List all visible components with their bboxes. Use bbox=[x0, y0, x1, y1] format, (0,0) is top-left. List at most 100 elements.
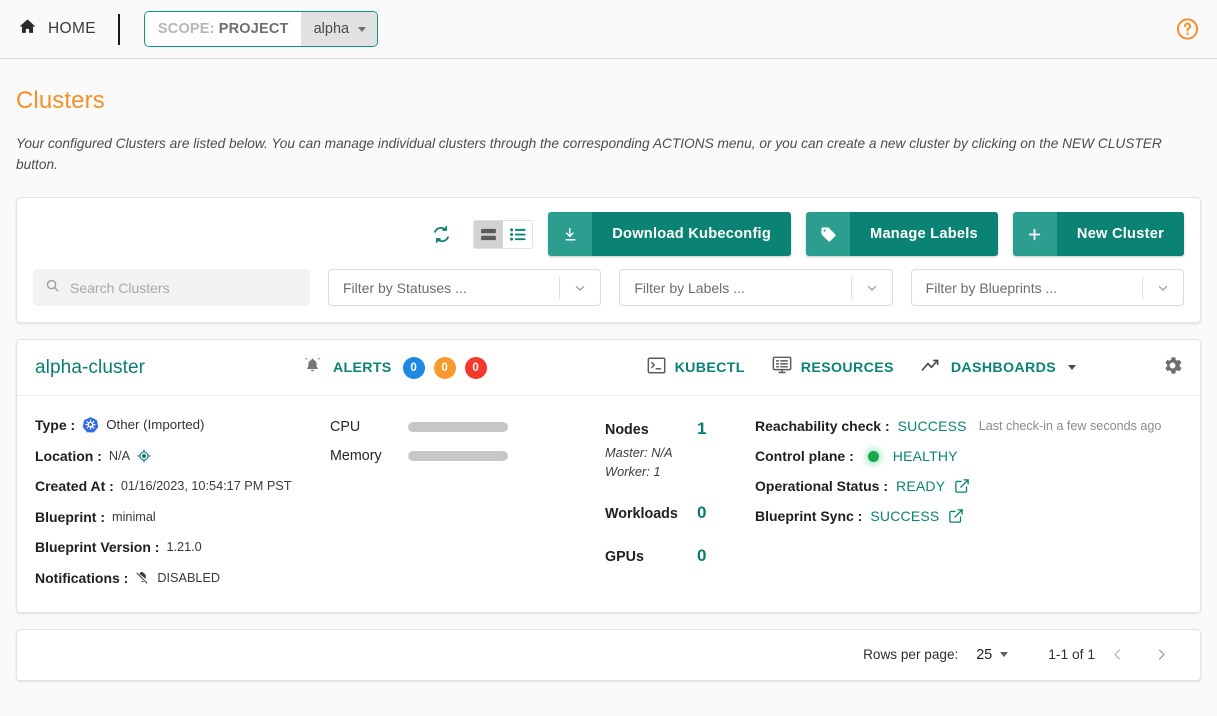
cluster-counts-column: Nodes 1 Master: N/A Worker: 1 Workloads … bbox=[605, 416, 755, 586]
usage-memory: Memory bbox=[330, 448, 605, 464]
cluster-alerts[interactable]: ALERTS 0 0 0 bbox=[303, 356, 487, 380]
filter-statuses-value: Filter by Statuses ... bbox=[343, 279, 467, 296]
new-cluster-button[interactable]: New Cluster bbox=[1012, 212, 1184, 257]
detail-created-at: Created At : 01/16/2023, 10:54:17 PM PST bbox=[35, 478, 330, 494]
detail-notifications-value: DISABLED bbox=[157, 570, 221, 585]
download-kubeconfig-button[interactable]: Download Kubeconfig bbox=[548, 212, 792, 257]
chevron-down-icon[interactable] bbox=[1143, 281, 1183, 295]
filter-blueprints-value: Filter by Blueprints ... bbox=[925, 279, 1058, 296]
alert-badge-info[interactable]: 0 bbox=[402, 356, 425, 379]
cluster-card-body: Type : Other (Imported) Location : N/A C… bbox=[17, 396, 1200, 612]
filter-labels-select[interactable]: Filter by Labels ... bbox=[619, 269, 893, 307]
count-nodes-worker: Worker: 1 bbox=[605, 463, 661, 479]
pagination-range: 1-1 of 1 bbox=[1048, 647, 1095, 663]
manage-labels-button[interactable]: Manage Labels bbox=[806, 212, 998, 257]
list-view-icon[interactable] bbox=[503, 220, 533, 248]
resources-label: RESOURCES bbox=[800, 359, 894, 376]
chevron-right-icon[interactable] bbox=[1139, 647, 1183, 662]
rows-per-page-value: 25 bbox=[976, 646, 993, 663]
detail-blueprint: Blueprint : minimal bbox=[35, 509, 330, 525]
detail-blueprint-version: Blueprint Version : 1.21.0 bbox=[35, 539, 330, 555]
view-mode-toggle bbox=[473, 219, 534, 249]
detail-type-key: Type : bbox=[35, 416, 76, 433]
count-gpus-value: 0 bbox=[697, 546, 707, 565]
search-input[interactable] bbox=[70, 279, 298, 296]
detail-blueprint-version-key: Blueprint Version : bbox=[35, 539, 160, 556]
scope-type: PROJECT bbox=[218, 21, 289, 37]
usage-memory-bar bbox=[408, 451, 508, 462]
card-view-icon[interactable] bbox=[474, 220, 504, 248]
filters-row: Filter by Statuses ... Filter by Labels … bbox=[33, 269, 1184, 307]
divider bbox=[117, 13, 120, 45]
status-blueprint-sync-label: Blueprint Sync : bbox=[755, 508, 863, 525]
plus-icon bbox=[1012, 212, 1057, 257]
gear-icon[interactable] bbox=[1161, 354, 1184, 382]
scope-selector[interactable]: SCOPE: PROJECT alpha bbox=[143, 11, 379, 47]
filter-blueprints-select[interactable]: Filter by Blueprints ... bbox=[910, 269, 1184, 307]
usage-cpu-label: CPU bbox=[330, 419, 361, 436]
rows-per-page-label: Rows per page: bbox=[863, 647, 959, 663]
alert-badge-critical[interactable]: 0 bbox=[464, 356, 487, 379]
chevron-down-icon bbox=[358, 26, 367, 32]
terminal-icon bbox=[647, 357, 666, 379]
location-target-icon[interactable] bbox=[137, 449, 151, 463]
detail-created-at-key: Created At : bbox=[35, 478, 114, 495]
alert-badge-warning[interactable]: 0 bbox=[433, 356, 456, 379]
count-nodes-label: Nodes bbox=[605, 422, 649, 439]
status-control-plane-value: HEALTHY bbox=[892, 448, 958, 465]
refresh-icon[interactable] bbox=[431, 224, 452, 245]
detail-notifications: Notifications : DISABLED bbox=[35, 570, 330, 586]
chevron-down-icon bbox=[1068, 365, 1077, 371]
search-clusters-box[interactable] bbox=[33, 269, 310, 307]
usage-memory-label: Memory bbox=[330, 448, 382, 465]
status-blueprint-sync: Blueprint Sync : SUCCESS bbox=[755, 508, 1182, 524]
status-operational-label: Operational Status : bbox=[755, 478, 889, 495]
page-title: Clusters bbox=[16, 87, 105, 114]
detail-location-key: Location : bbox=[35, 447, 102, 464]
count-nodes: Nodes 1 bbox=[605, 419, 755, 439]
toolbar-actions-row: Download Kubeconfig Manage Labels New Cl… bbox=[33, 212, 1184, 257]
bell-alert-icon bbox=[303, 356, 322, 380]
detail-blueprint-value: minimal bbox=[112, 509, 156, 524]
scope-value-dropdown[interactable]: alpha bbox=[300, 12, 378, 46]
resources-list-icon bbox=[772, 356, 792, 379]
chevron-down-icon[interactable] bbox=[852, 281, 892, 295]
count-gpus: GPUs 0 bbox=[605, 546, 755, 566]
chevron-down-icon bbox=[1000, 652, 1009, 658]
detail-created-at-value: 01/16/2023, 10:54:17 PM PST bbox=[120, 479, 292, 494]
rows-per-page-select[interactable]: 25 bbox=[976, 646, 1009, 663]
kubectl-action[interactable]: KUBECTL bbox=[647, 357, 745, 379]
scope-label: SCOPE: PROJECT bbox=[144, 12, 301, 46]
detail-type: Type : Other (Imported) bbox=[35, 416, 330, 433]
cluster-card-header: alpha-cluster ALERTS 0 0 0 KUBECTL RESOU… bbox=[17, 340, 1200, 397]
detail-location: Location : N/A bbox=[35, 448, 330, 464]
detail-type-value: Other (Imported) bbox=[106, 417, 205, 433]
count-gpus-label: GPUs bbox=[605, 549, 644, 565]
dashboards-action[interactable]: DASHBOARDS bbox=[921, 358, 1077, 378]
chevron-left-icon[interactable] bbox=[1095, 647, 1139, 662]
chevron-down-icon[interactable] bbox=[560, 281, 600, 295]
status-control-plane-label: Control plane : bbox=[755, 448, 854, 465]
status-healthy-dot-icon bbox=[867, 450, 879, 462]
filter-statuses-select[interactable]: Filter by Statuses ... bbox=[328, 269, 602, 307]
detail-notifications-key: Notifications : bbox=[35, 569, 129, 586]
count-workloads-value: 0 bbox=[697, 503, 707, 522]
page-content: Clusters Your configured Clusters are li… bbox=[0, 87, 1217, 681]
external-link-icon[interactable] bbox=[954, 478, 970, 494]
cluster-details-column: Type : Other (Imported) Location : N/A C… bbox=[35, 416, 330, 586]
scope-value-text: alpha bbox=[313, 21, 350, 37]
count-nodes-master: Master: N/A bbox=[605, 445, 673, 461]
page-description: Your configured Clusters are listed belo… bbox=[16, 136, 1162, 173]
dashboards-label: DASHBOARDS bbox=[950, 359, 1057, 376]
resources-action[interactable]: RESOURCES bbox=[772, 356, 894, 379]
alerts-label: ALERTS bbox=[333, 359, 392, 376]
detail-location-value: N/A bbox=[108, 448, 131, 463]
external-link-icon[interactable] bbox=[948, 508, 964, 524]
count-workloads: Workloads 0 bbox=[605, 503, 755, 523]
cluster-name-link[interactable]: alpha-cluster bbox=[35, 357, 303, 379]
detail-blueprint-key: Blueprint : bbox=[35, 508, 105, 525]
home-nav-link[interactable]: HOME bbox=[18, 17, 118, 41]
toolbar-card: Download Kubeconfig Manage Labels New Cl… bbox=[16, 197, 1201, 324]
help-circle-icon[interactable] bbox=[1175, 17, 1200, 42]
filter-labels-value: Filter by Labels ... bbox=[634, 279, 745, 296]
